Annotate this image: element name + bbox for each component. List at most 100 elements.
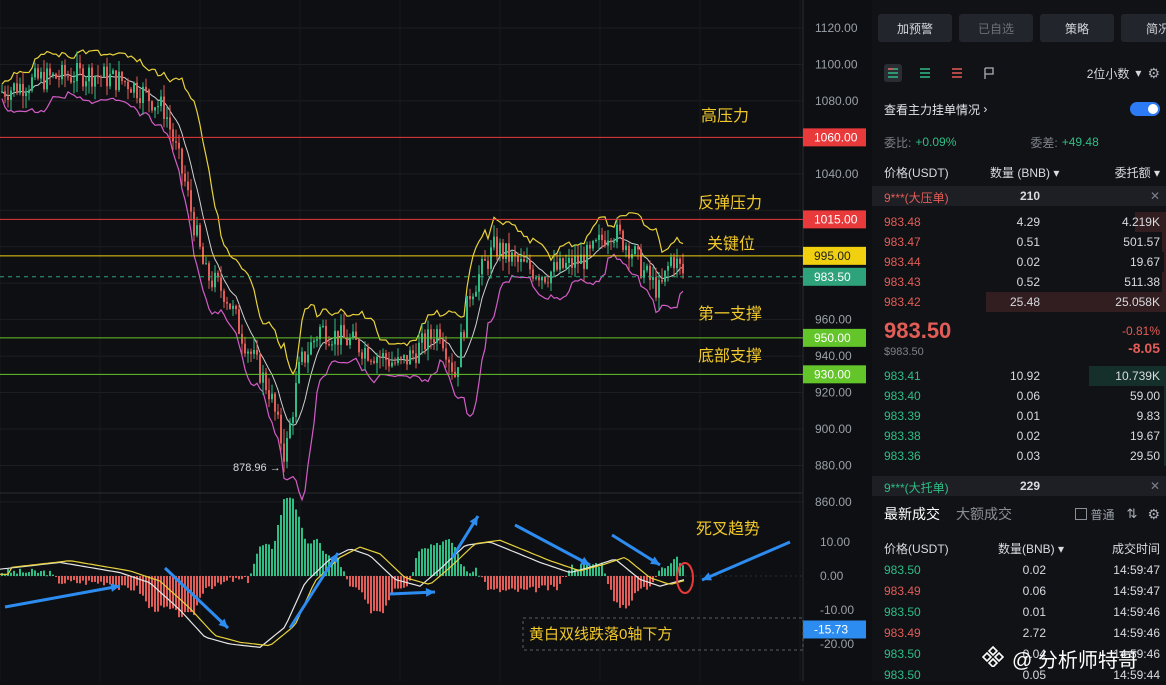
candle-body <box>424 333 426 350</box>
watchlist-button[interactable]: 已自选 <box>959 14 1033 42</box>
macd-bar <box>376 576 378 612</box>
candle-body <box>649 265 651 280</box>
ask-qty: 0.51 <box>1016 235 1040 249</box>
candle-body <box>517 256 519 262</box>
candle-body <box>97 76 99 78</box>
macd-bar <box>268 544 270 576</box>
macd-bar <box>499 576 501 593</box>
close-icon[interactable]: ✕ <box>1150 189 1160 203</box>
bid-row[interactable]: 983.41 10.92 10.739K <box>872 366 1166 386</box>
buy-side-icon[interactable] <box>916 64 934 82</box>
ask-row[interactable]: 983.43 0.52 511.38 <box>872 272 1166 292</box>
col-qty[interactable]: 数量 (BNB) ▾ <box>990 164 1059 181</box>
candle-body <box>127 81 129 90</box>
strategy-button[interactable]: 策略 <box>1040 14 1114 42</box>
ask-price: 983.44 <box>884 255 921 269</box>
macd-bar <box>424 548 426 576</box>
ask-total: 19.67 <box>1129 255 1160 269</box>
sell-side-icon[interactable] <box>948 64 966 82</box>
ask-qty: 0.52 <box>1016 275 1040 289</box>
macd-bar <box>136 576 138 586</box>
candle-body <box>445 348 447 360</box>
bid-row[interactable]: 983.36 0.03 29.50 <box>872 446 1166 466</box>
ask-qty: 4.29 <box>1016 215 1040 229</box>
macd-bar <box>508 576 510 590</box>
candle-body <box>1 91 3 93</box>
trades-header: 价格(USDT) 数量(BNB) ▾ 成交时间 <box>872 538 1166 556</box>
candle-body <box>58 78 60 80</box>
watermark-text: @ 分析师特哥 <box>1012 650 1138 672</box>
candle-body <box>622 230 624 250</box>
trade-row: 983.50 0.01 14:59:46 <box>872 602 1166 622</box>
macd-bar <box>253 563 255 576</box>
col-total[interactable]: 委托额 ▾ <box>1115 164 1160 181</box>
ask-row[interactable]: 983.44 0.02 19.67 <box>872 252 1166 272</box>
bid-row[interactable]: 983.40 0.06 59.00 <box>872 386 1166 406</box>
normal-filter[interactable]: 普通 <box>1074 506 1115 523</box>
macd-bar <box>310 543 312 576</box>
macd-bar <box>61 576 63 584</box>
macd-bar <box>619 576 621 608</box>
macd-bar <box>421 548 423 576</box>
macd-bar <box>49 570 51 576</box>
overview-button[interactable]: 简况 <box>1121 14 1166 42</box>
candle-body <box>583 254 585 269</box>
macd-bar <box>79 576 81 584</box>
candle-body <box>106 66 108 87</box>
checkbox-icon[interactable] <box>1074 508 1087 520</box>
macd-bar <box>517 576 519 592</box>
tab-latest-trades[interactable]: 最新成交 <box>884 504 940 524</box>
macd-bar <box>283 499 285 576</box>
candle-body <box>166 117 168 119</box>
bid-row[interactable]: 983.38 0.02 19.67 <box>872 426 1166 446</box>
filter-icon[interactable]: ⇅ <box>1127 506 1138 522</box>
bid-row[interactable]: 983.39 0.01 9.83 <box>872 406 1166 426</box>
depth-toggle[interactable] <box>1130 102 1160 116</box>
candle-body <box>220 277 222 291</box>
macd-bar <box>256 553 258 576</box>
ask-row[interactable]: 983.48 4.29 4.219K <box>872 212 1166 232</box>
candle-body <box>100 76 102 78</box>
candle-body <box>619 224 621 231</box>
annotation-key-level: 关键位 <box>707 235 755 253</box>
settings-icon[interactable]: ⚙ <box>1147 65 1160 82</box>
trade-col-qty[interactable]: 数量(BNB) ▾ <box>998 540 1064 557</box>
trade-price: 983.50 <box>884 605 921 619</box>
macd-bar <box>364 576 366 600</box>
depth-bar <box>1162 272 1166 292</box>
candle-body <box>532 269 534 279</box>
flag-icon[interactable] <box>980 64 998 82</box>
candle-body <box>298 361 300 384</box>
candle-body <box>31 77 33 91</box>
close-icon[interactable]: ✕ <box>1150 479 1160 493</box>
add-alert-button[interactable]: 加预警 <box>878 14 952 42</box>
ask-row[interactable]: 983.42 25.48 25.058K <box>872 292 1166 312</box>
candle-body <box>223 290 225 302</box>
macd-bar <box>124 576 126 586</box>
decimals-select[interactable]: 2位小数 ▾ ⚙ <box>1087 65 1160 82</box>
macd-note: 黄白双线跌落0轴下方 <box>529 626 672 643</box>
candle-body <box>469 295 471 300</box>
ask-row[interactable]: 983.47 0.51 501.57 <box>872 232 1166 252</box>
candle-body <box>403 354 405 359</box>
macd-bar <box>259 546 261 576</box>
candlestick-chart[interactable]: 1120.00 1100.00 1080.00 1040.00 960.00 940.00… <box>0 0 866 681</box>
ask-total: 511.38 <box>1124 275 1160 289</box>
both-sides-icon[interactable] <box>884 64 902 82</box>
macd-bar <box>535 576 537 593</box>
macd-bar <box>64 576 66 584</box>
candle-body <box>130 89 132 93</box>
macd-bar <box>457 553 459 576</box>
settings-icon[interactable]: ⚙ <box>1147 506 1160 523</box>
candle-body <box>265 372 267 391</box>
candle-body <box>187 181 189 191</box>
tab-big-trades[interactable]: 大额成交 <box>956 504 1012 524</box>
price-tag-text: 930.00 <box>814 367 851 381</box>
candle-body <box>412 350 414 354</box>
candle-body <box>376 356 378 364</box>
candle-body <box>61 65 63 80</box>
candle-body <box>49 68 51 76</box>
big-buy-name: 9***(大托单) <box>884 481 949 495</box>
trade-qty: 0.06 <box>1022 584 1046 598</box>
annotation-death-cross: 死叉趋势 <box>696 520 760 538</box>
